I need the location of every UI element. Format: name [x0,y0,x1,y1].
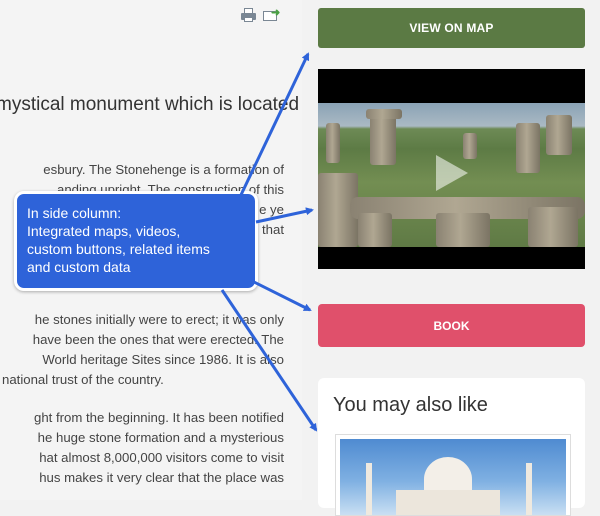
arrow-to-book [249,278,312,312]
callout-arrows [220,52,318,432]
arrow-to-video [255,207,314,224]
arrow-to-related [220,289,318,432]
arrow-to-map [238,52,310,198]
